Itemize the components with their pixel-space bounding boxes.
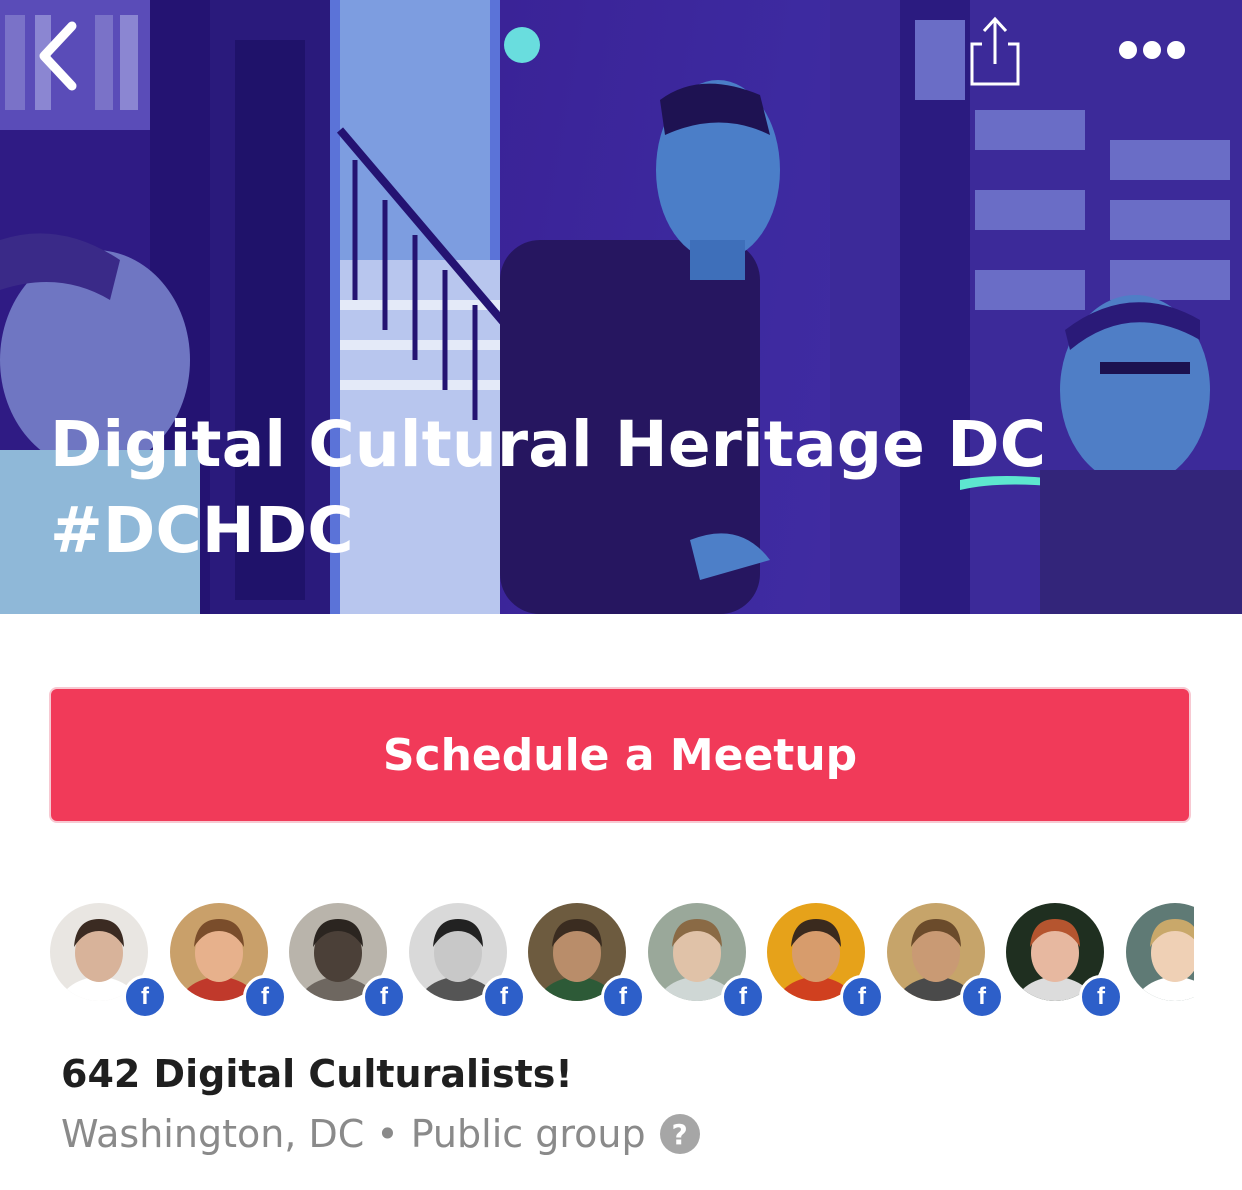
- group-hashtag: #DCHDC: [50, 494, 354, 567]
- facebook-icon: f: [601, 975, 645, 1019]
- facebook-icon: f: [243, 975, 287, 1019]
- avatar: [1126, 903, 1194, 1001]
- schedule-meetup-button[interactable]: Schedule a Meetup: [49, 687, 1191, 823]
- member-avatar-item[interactable]: f: [170, 903, 287, 1019]
- facebook-icon: f: [840, 975, 884, 1019]
- member-avatar-item[interactable]: [1126, 903, 1194, 1019]
- group-meta: Washington, DC • Public group ?: [61, 1112, 700, 1156]
- member-avatars-row[interactable]: fffffffff: [50, 900, 1194, 1020]
- share-icon: [970, 16, 1020, 86]
- member-avatar-item[interactable]: f: [887, 903, 1004, 1019]
- member-avatar-item[interactable]: f: [50, 903, 167, 1019]
- group-cover-photo: Digital Cultural Heritage DC #DCHDC: [0, 0, 1242, 614]
- facebook-icon: f: [721, 975, 765, 1019]
- facebook-icon: f: [362, 975, 406, 1019]
- member-avatar-item[interactable]: f: [767, 903, 884, 1019]
- facebook-icon: f: [960, 975, 1004, 1019]
- more-options-button[interactable]: [1112, 28, 1192, 72]
- help-question-icon[interactable]: ?: [659, 1114, 700, 1154]
- member-avatar-item[interactable]: f: [648, 903, 765, 1019]
- group-location: Washington, DC: [61, 1112, 365, 1156]
- member-count[interactable]: 642 Digital Culturalists!: [61, 1052, 573, 1096]
- back-button[interactable]: [30, 14, 90, 94]
- chevron-left-icon: [39, 21, 77, 91]
- member-avatar-item[interactable]: f: [409, 903, 526, 1019]
- facebook-icon: f: [1079, 975, 1123, 1019]
- group-visibility: Public group: [410, 1112, 646, 1156]
- member-avatar-item[interactable]: f: [289, 903, 406, 1019]
- group-title: Digital Cultural Heritage DC #DCHDC: [50, 402, 1150, 574]
- member-avatar-item[interactable]: f: [528, 903, 645, 1019]
- facebook-icon: f: [482, 975, 526, 1019]
- member-avatar-item[interactable]: f: [1006, 903, 1123, 1019]
- meta-separator: •: [376, 1112, 399, 1156]
- more-dots-icon: [1119, 41, 1185, 59]
- share-button[interactable]: [962, 12, 1028, 92]
- group-title-line-1: Digital Cultural Heritage DC: [50, 408, 1047, 481]
- facebook-icon: f: [123, 975, 167, 1019]
